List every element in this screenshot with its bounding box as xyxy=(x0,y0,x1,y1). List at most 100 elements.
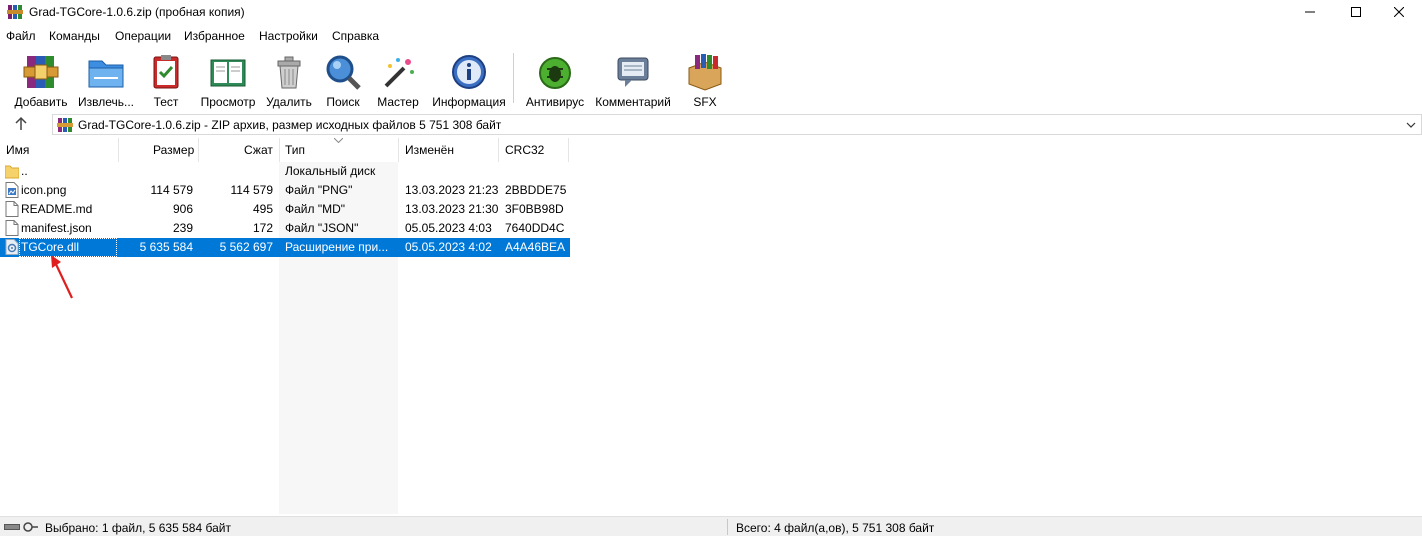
file-row-parent[interactable]: .. Локальный диск xyxy=(0,162,570,181)
file-row-icon-png[interactable]: icon.png 114 579 114 579 Файл "PNG" 13.0… xyxy=(0,181,570,200)
column-header-packed[interactable]: Сжат xyxy=(244,143,273,157)
chevron-down-icon[interactable] xyxy=(1405,119,1417,131)
view-label: Просмотр xyxy=(200,95,256,109)
file-type: Файл "PNG" xyxy=(285,183,353,197)
file-name: README.md xyxy=(21,202,93,216)
test-label: Тест xyxy=(153,95,179,109)
winrar-app-icon xyxy=(7,5,23,19)
column-header-modified[interactable]: Изменён xyxy=(405,143,454,157)
dll-gear-icon xyxy=(5,239,19,255)
wizard-wand-icon xyxy=(384,58,414,88)
file-crc: 2BBDDE75 xyxy=(505,183,567,197)
test-button[interactable]: Тест xyxy=(145,47,187,109)
annotation-arrow-icon xyxy=(51,255,73,299)
minimize-icon xyxy=(1305,11,1315,13)
menu-operations[interactable]: Операции xyxy=(115,29,171,43)
comment-icon xyxy=(617,57,649,87)
address-field[interactable]: Grad-TGCore-1.0.6.zip - ZIP архив, разме… xyxy=(52,114,1422,135)
comment-label: Комментарий xyxy=(595,95,671,109)
close-button[interactable] xyxy=(1376,0,1422,24)
delete-button[interactable]: Удалить xyxy=(263,47,315,109)
column-header-crc[interactable]: CRC32 xyxy=(505,143,544,157)
file-name: manifest.json xyxy=(21,221,92,235)
menu-favorites[interactable]: Избранное xyxy=(184,29,245,43)
view-button[interactable]: Просмотр xyxy=(197,47,259,109)
file-row-tgcore-dll[interactable]: TGCore.dll 5 635 584 5 562 697 Расширени… xyxy=(0,238,570,257)
file-crc: 7640DD4C xyxy=(505,221,565,235)
column-divider[interactable] xyxy=(398,138,399,162)
find-label: Поиск xyxy=(326,95,360,109)
sfx-label: SFX xyxy=(693,95,717,109)
image-file-icon xyxy=(5,182,19,198)
trash-icon xyxy=(277,56,301,89)
zip-archive-icon xyxy=(57,118,73,132)
menu-help[interactable]: Справка xyxy=(332,29,379,43)
file-size: 5 635 584 xyxy=(139,240,193,254)
file-modified: 05.05.2023 4:03 xyxy=(405,221,492,235)
up-arrow-icon[interactable] xyxy=(12,115,30,133)
comment-button[interactable]: Комментарий xyxy=(593,47,673,109)
view-book-icon xyxy=(210,59,246,87)
file-modified: 13.03.2023 21:30 xyxy=(405,202,499,216)
column-divider[interactable] xyxy=(279,138,280,162)
menu-settings[interactable]: Настройки xyxy=(259,29,318,43)
column-divider[interactable] xyxy=(568,138,569,162)
antivirus-button[interactable]: Антивирус xyxy=(523,47,587,109)
test-clipboard-icon xyxy=(153,55,179,89)
menu-bar: Файл Команды Операции Избранное Настройк… xyxy=(0,26,1422,46)
extract-label: Извлечь... xyxy=(77,95,134,109)
menu-file[interactable]: Файл xyxy=(6,29,36,43)
minimize-button[interactable] xyxy=(1287,0,1333,24)
file-size: 114 579 xyxy=(150,183,194,197)
search-magnifier-icon xyxy=(326,55,361,90)
file-icon xyxy=(5,201,19,217)
file-type: Расширение при... xyxy=(285,240,389,254)
column-header-name[interactable]: Имя xyxy=(6,143,29,157)
file-crc: 3F0BB98D xyxy=(505,202,564,216)
toolbar: Добавить Извлечь... Тест Просмотр Удалит… xyxy=(0,47,1422,111)
delete-label: Удалить xyxy=(266,95,312,109)
sort-indicator-icon xyxy=(334,138,343,143)
find-button[interactable]: Поиск xyxy=(322,47,364,109)
status-selected: Выбрано: 1 файл, 5 635 584 байт xyxy=(45,521,231,535)
add-button[interactable]: Добавить xyxy=(13,47,69,109)
column-header-row: Имя Размер Сжат Тип Изменён CRC32 xyxy=(0,138,570,162)
file-list: Имя Размер Сжат Тип Изменён CRC32 .. Лок… xyxy=(0,138,1422,514)
address-text: Grad-TGCore-1.0.6.zip - ZIP архив, разме… xyxy=(78,118,502,132)
antivirus-label: Антивирус xyxy=(525,95,585,109)
wizard-button[interactable]: Мастер xyxy=(375,47,421,109)
info-label: Информация xyxy=(432,95,506,109)
column-header-type[interactable]: Тип xyxy=(285,143,305,157)
address-bar: Grad-TGCore-1.0.6.zip - ZIP архив, разме… xyxy=(0,113,1422,135)
toolbar-separator xyxy=(513,53,514,103)
column-header-size[interactable]: Размер xyxy=(153,143,194,157)
sfx-button[interactable]: SFX xyxy=(684,47,726,109)
file-crc: A4A46BEA xyxy=(505,240,566,254)
drive-key-icon xyxy=(4,522,38,532)
menu-commands[interactable]: Команды xyxy=(49,29,100,43)
add-archive-icon xyxy=(23,56,59,88)
file-row-manifest[interactable]: manifest.json 239 172 Файл "JSON" 05.05.… xyxy=(0,219,570,238)
file-packed: 114 579 xyxy=(230,183,274,197)
maximize-button[interactable] xyxy=(1333,0,1379,24)
file-name: TGCore.dll xyxy=(21,240,80,254)
add-label: Добавить xyxy=(14,95,68,109)
file-type: Файл "MD" xyxy=(285,202,346,216)
file-icon xyxy=(5,220,19,236)
column-divider[interactable] xyxy=(118,138,119,162)
file-size: 906 xyxy=(172,202,193,216)
status-bar: Выбрано: 1 файл, 5 635 584 байт Всего: 4… xyxy=(0,516,1422,536)
status-total: Всего: 4 файл(а,ов), 5 751 308 байт xyxy=(736,521,935,535)
file-packed: 5 562 697 xyxy=(219,240,273,254)
file-packed: 172 xyxy=(252,221,273,235)
maximize-icon xyxy=(1351,7,1361,17)
window-title: Grad-TGCore-1.0.6.zip (пробная копия) xyxy=(29,5,245,19)
column-divider[interactable] xyxy=(498,138,499,162)
file-name: icon.png xyxy=(21,183,67,197)
file-type: Файл "JSON" xyxy=(285,221,359,235)
info-button[interactable]: Информация xyxy=(431,47,507,109)
file-type: Локальный диск xyxy=(285,164,376,178)
column-divider[interactable] xyxy=(198,138,199,162)
extract-button[interactable]: Извлечь... xyxy=(76,47,136,109)
file-row-readme[interactable]: README.md 906 495 Файл "MD" 13.03.2023 2… xyxy=(0,200,570,219)
